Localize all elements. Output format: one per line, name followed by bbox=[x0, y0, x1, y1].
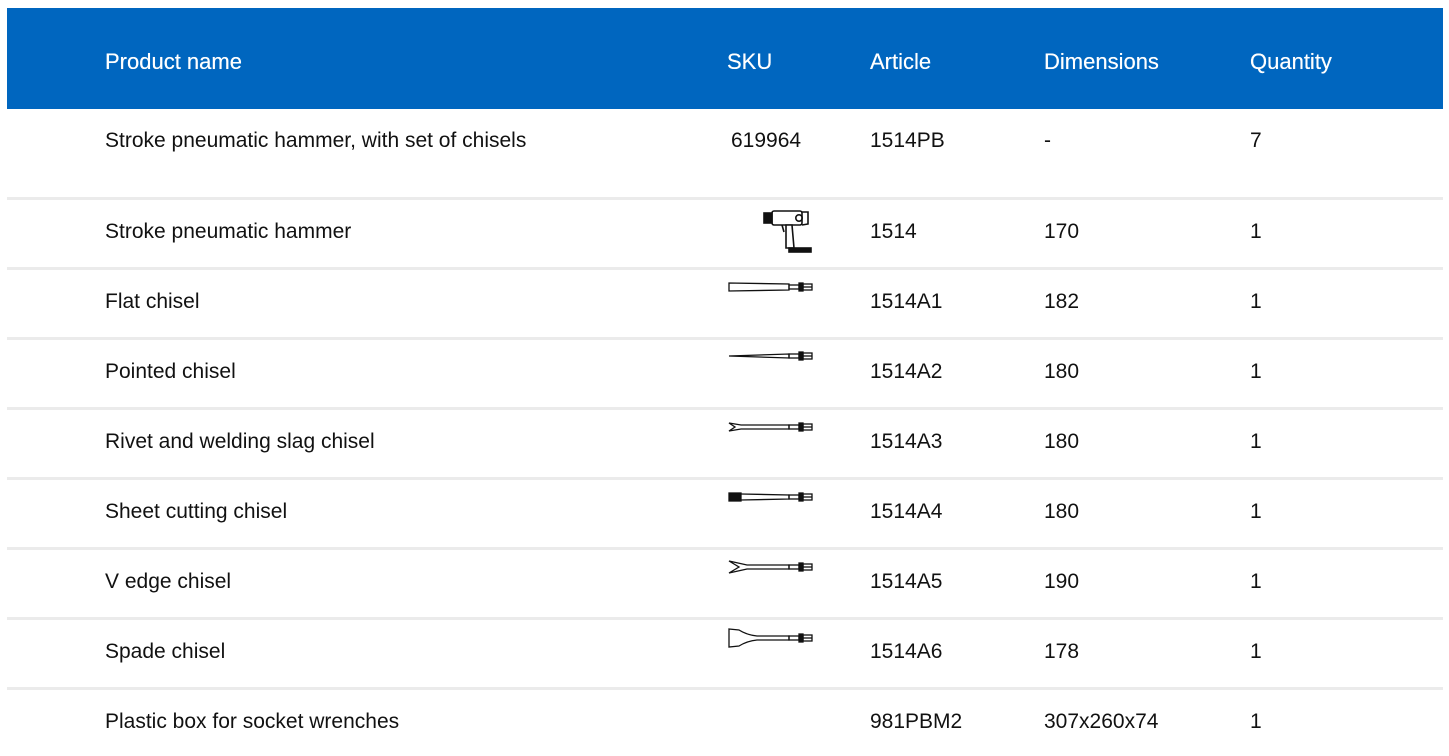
table-row: V edge chisel 1514A5 190 1 bbox=[7, 550, 1443, 620]
dimensions-value: 190 bbox=[1044, 570, 1080, 593]
dimensions-value: 170 bbox=[1044, 220, 1080, 243]
dimensions-value: 180 bbox=[1044, 500, 1080, 523]
product-name: Rivet and welding slag chisel bbox=[105, 430, 375, 453]
article-value: 1514A3 bbox=[870, 430, 943, 453]
article-value: 1514A2 bbox=[870, 360, 943, 383]
dimensions-value: - bbox=[1044, 129, 1051, 152]
table-row: Rivet and welding slag chisel 1514A3 180… bbox=[7, 410, 1443, 480]
product-table: Product name SKU Article Dimensions Quan… bbox=[7, 8, 1443, 756]
quantity-value: 1 bbox=[1250, 430, 1262, 453]
article-value: 981PBM2 bbox=[870, 710, 963, 733]
dimensions-value: 178 bbox=[1044, 640, 1080, 663]
product-name: Pointed chisel bbox=[105, 360, 236, 383]
quantity-value: 1 bbox=[1250, 220, 1262, 243]
dimensions-value: 180 bbox=[1044, 430, 1080, 453]
quantity-value: 7 bbox=[1250, 129, 1262, 152]
table-header: Product name SKU Article Dimensions Quan… bbox=[7, 8, 1443, 109]
product-name: Stroke pneumatic hammer bbox=[105, 220, 352, 243]
sku-value: 619964 bbox=[731, 129, 802, 152]
sheet-cutting-chisel-icon bbox=[728, 492, 813, 502]
pointed-chisel-icon bbox=[728, 351, 813, 361]
table-row: Flat chisel 1514A1 182 1 bbox=[7, 270, 1443, 340]
quantity-value: 1 bbox=[1250, 710, 1262, 733]
product-name: Plastic box for socket wrenches bbox=[105, 710, 400, 733]
pneumatic-hammer-icon bbox=[763, 210, 812, 253]
product-name: Stroke pneumatic hammer, with set of chi… bbox=[105, 129, 527, 152]
article-value: 1514A4 bbox=[870, 500, 943, 523]
table-row: Sheet cutting chisel 1514A4 180 1 bbox=[7, 480, 1443, 550]
column-header-article: Article bbox=[870, 49, 932, 74]
spade-chisel-icon bbox=[728, 628, 813, 648]
column-header-product-name: Product name bbox=[105, 49, 242, 74]
quantity-value: 1 bbox=[1250, 640, 1262, 663]
v-edge-chisel-icon bbox=[728, 560, 813, 574]
dimensions-value: 182 bbox=[1044, 290, 1080, 313]
article-value: 1514 bbox=[870, 220, 917, 243]
column-header-dimensions: Dimensions bbox=[1044, 49, 1159, 74]
product-name: Spade chisel bbox=[105, 640, 226, 663]
quantity-value: 1 bbox=[1250, 570, 1262, 593]
article-value: 1514A6 bbox=[870, 640, 943, 663]
article-value: 1514A5 bbox=[870, 570, 943, 593]
product-name: Sheet cutting chisel bbox=[105, 500, 288, 523]
table-row: Stroke pneumatic hammer 1514 170 1 bbox=[7, 200, 1443, 270]
column-header-sku: SKU bbox=[727, 49, 773, 74]
rivet-chisel-icon bbox=[728, 422, 813, 432]
article-value: 1514A1 bbox=[870, 290, 943, 313]
column-header-quantity: Quantity bbox=[1250, 49, 1332, 74]
table-row: Pointed chisel 1514A2 180 1 bbox=[7, 340, 1443, 410]
table-row: Spade chisel 1514A6 178 1 bbox=[7, 620, 1443, 690]
product-name: V edge chisel bbox=[105, 570, 232, 593]
product-name: Flat chisel bbox=[105, 290, 200, 313]
quantity-value: 1 bbox=[1250, 500, 1262, 523]
quantity-value: 1 bbox=[1250, 360, 1262, 383]
dimensions-value: 180 bbox=[1044, 360, 1080, 383]
quantity-value: 1 bbox=[1250, 290, 1262, 313]
flat-chisel-icon bbox=[728, 282, 813, 292]
table-row: Plastic box for socket wrenches 981PBM2 … bbox=[7, 690, 1443, 756]
table-row: Stroke pneumatic hammer, with set of chi… bbox=[7, 109, 1443, 200]
article-value: 1514PB bbox=[870, 129, 945, 152]
dimensions-value: 307x260x74 bbox=[1044, 710, 1159, 733]
